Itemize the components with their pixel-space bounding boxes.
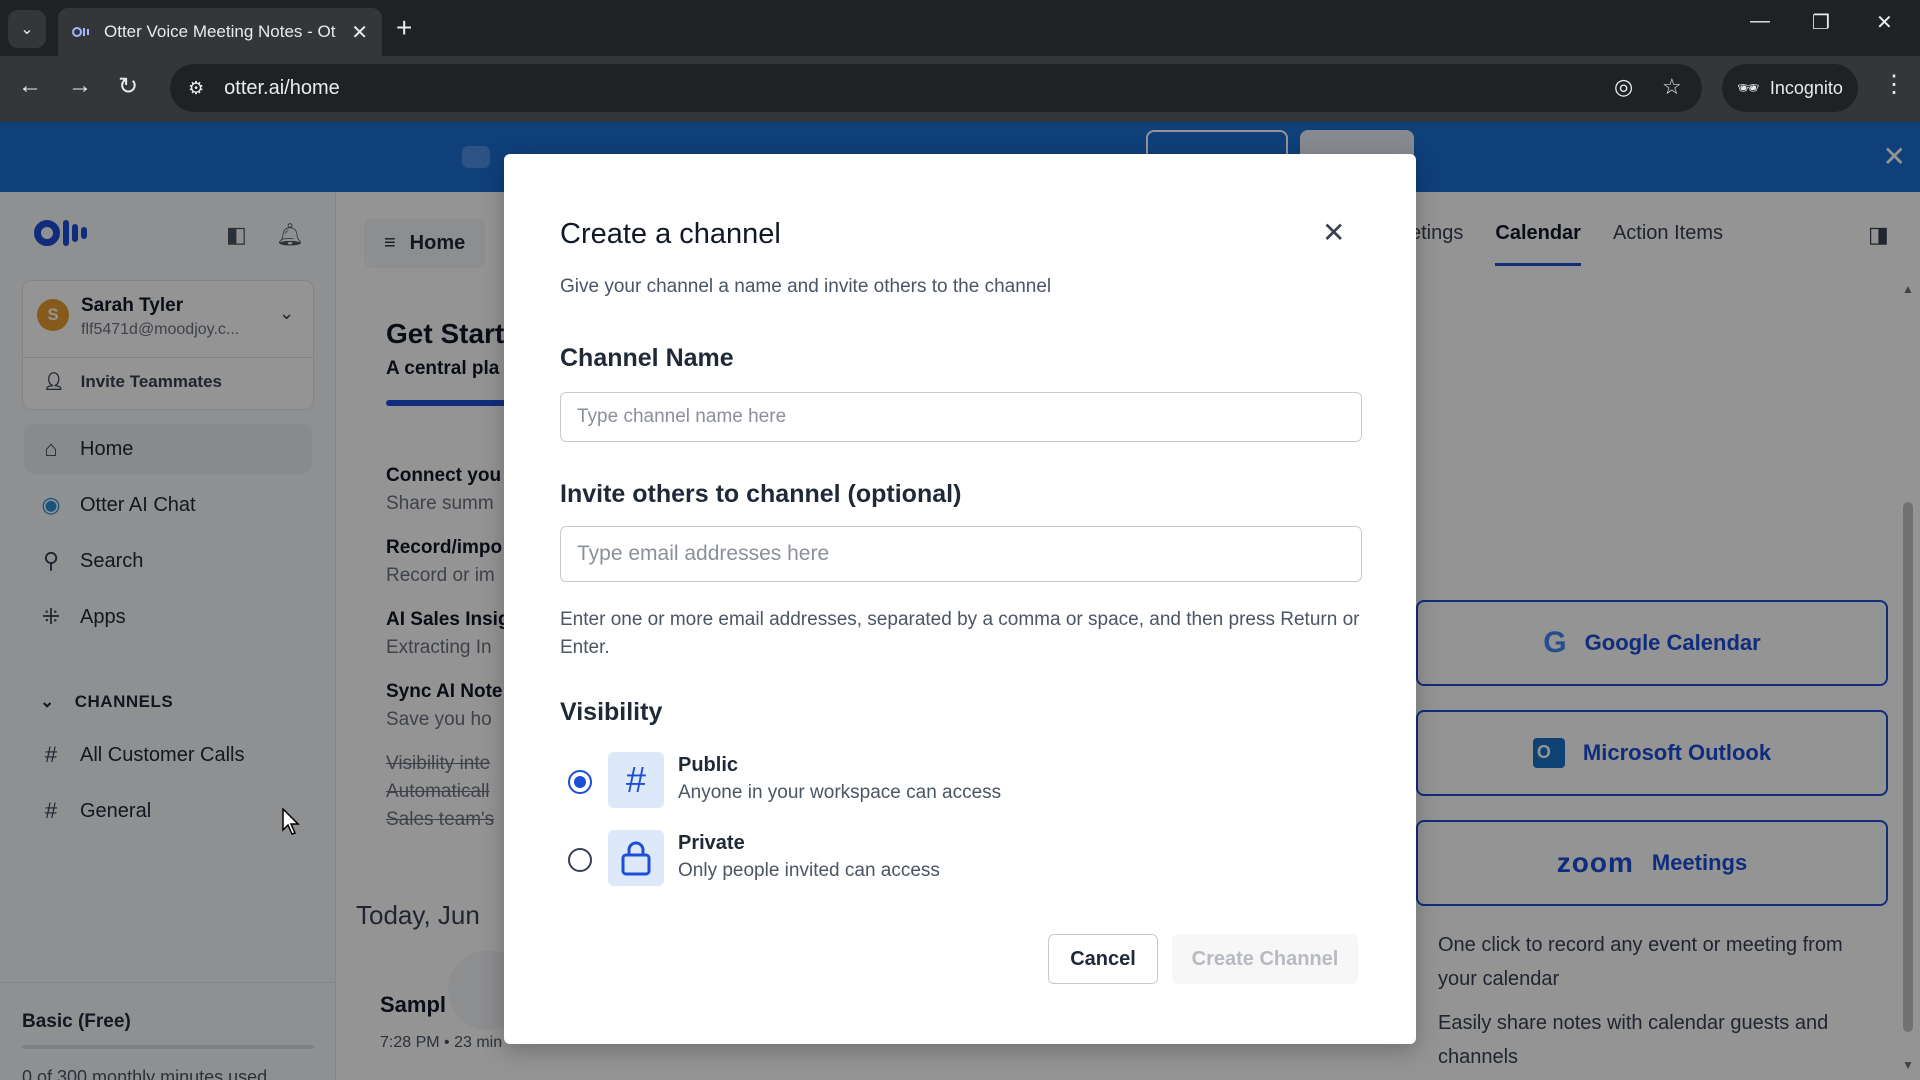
chevron-down-icon: ⌄ [20,21,34,38]
minimize-icon[interactable]: — [1750,10,1770,33]
invite-help-text: Enter one or more email addresses, separ… [560,609,1360,658]
address-bar[interactable]: ⚙ otter.ai/home [170,64,1702,112]
dialog-subtitle: Give your channel a name and invite othe… [560,276,1052,297]
option-name: Public [678,754,739,776]
lock-icon [608,830,664,886]
dialog-title: Create a channel [560,218,781,250]
channel-name-label: Channel Name [560,344,734,372]
visibility-option-public[interactable]: # Public Anyone in your workspace can ac… [560,752,1160,812]
cancel-button[interactable]: Cancel [1048,934,1158,984]
channel-name-input[interactable] [560,392,1362,442]
option-desc: Anyone in your workspace can access [678,782,1002,803]
browser-menu-icon[interactable]: ⋮ [1882,70,1906,99]
star-icon[interactable]: ☆ [1662,74,1682,100]
otter-page: ✕ ◧ 🔔︎ S Sarah Tyler flf5471d@moodjoy.c.… [0,122,1920,1080]
create-channel-button[interactable]: Create Channel [1172,934,1358,984]
browser-tab[interactable]: Otter Voice Meeting Notes - Ot ✕ [58,8,382,56]
restore-icon[interactable]: ❐ [1812,10,1830,35]
incognito-indicator[interactable]: 🕶 Incognito [1722,64,1858,112]
new-tab-icon[interactable]: + [396,12,412,44]
close-icon[interactable]: ✕ [1322,216,1345,249]
public-radio[interactable] [568,770,592,794]
forward-icon[interactable]: → [68,72,92,100]
incognito-label: Incognito [1769,77,1843,98]
visibility-label: Visibility [560,698,663,726]
hash-icon: # [608,752,664,808]
tab-title: Otter Voice Meeting Notes - Ot [104,22,336,41]
browser-toolbar: ← → ↻ ⚙ otter.ai/home ◎ ☆ 🕶 Incognito ⋮ [0,56,1920,122]
url-text: otter.ai/home [224,76,340,99]
incognito-icon: 🕶 [1737,77,1760,98]
window-close-icon[interactable]: ✕ [1876,10,1893,35]
option-name: Private [678,832,745,854]
close-tab-icon[interactable]: ✕ [351,20,368,45]
reload-icon[interactable]: ↻ [118,72,138,101]
create-channel-dialog: Create a channel ✕ Give your channel a n… [504,154,1416,1044]
invite-email-input[interactable] [560,526,1362,582]
browser-tabstrip: ⌄ Otter Voice Meeting Notes - Ot ✕ + — ❐… [0,0,1920,56]
visibility-option-private[interactable]: Private Only people invited can access [560,830,1160,890]
option-desc: Only people invited can access [678,860,940,881]
back-icon[interactable]: ← [18,72,42,100]
invite-label: Invite others to channel (optional) [560,480,962,508]
private-radio[interactable] [568,848,592,872]
eye-off-icon[interactable]: ◎ [1614,74,1633,100]
tab-search-button[interactable]: ⌄ [8,10,46,48]
site-settings-icon[interactable]: ⚙ [188,78,204,99]
otter-favicon-icon [72,27,89,37]
mouse-cursor-icon [282,808,300,835]
